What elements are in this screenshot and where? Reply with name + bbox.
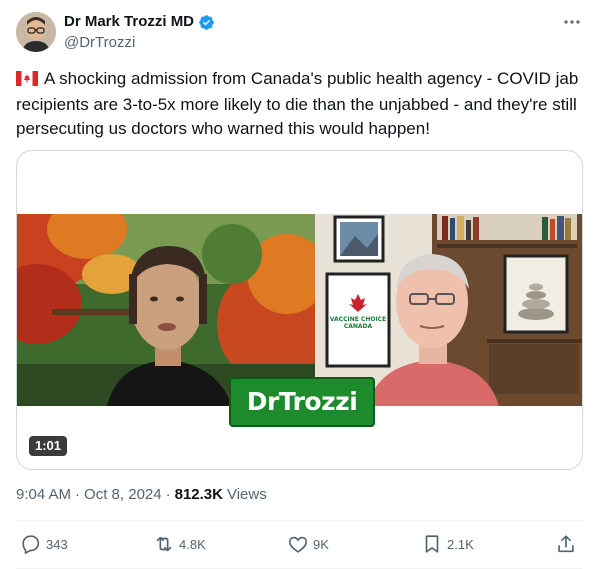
share-icon (558, 535, 574, 553)
video-card[interactable]: VACCINE CHOICE CANADA DrTrozzi 1:01 (16, 150, 583, 470)
tweet-meta: 9:04 AM · Oct 8, 2024 · 812.3K Views (16, 486, 267, 503)
heart-icon (288, 536, 308, 553)
canada-flag-icon (16, 69, 38, 93)
reply-icon (22, 535, 40, 554)
reply-count: 343 (46, 536, 68, 552)
tweet-text: A shocking admission from Canada's publi… (16, 67, 582, 141)
bookmark-button[interactable]: 2.1K (421, 533, 474, 555)
video-duration-badge: 1:01 (29, 436, 68, 456)
repost-count: 4.8K (179, 536, 206, 552)
avatar-portrait (16, 12, 56, 52)
like-count: 9K (313, 536, 329, 552)
more-options-button[interactable] (560, 12, 584, 32)
bookmark-count: 2.1K (447, 536, 474, 552)
tweet-date[interactable]: Oct 8, 2024 (84, 486, 162, 503)
repost-icon (156, 536, 172, 552)
tweet-time[interactable]: 9:04 AM (16, 486, 71, 503)
tweet-card: Dr Mark Trozzi MD @DrTrozzi A shocking a… (0, 0, 598, 569)
repost-button[interactable]: 4.8K (153, 533, 206, 555)
poster-text: VACCINE CHOICE CANADA (329, 316, 387, 330)
share-button[interactable] (555, 533, 577, 555)
more-dots-icon (564, 20, 580, 24)
meta-separator: · (165, 486, 171, 503)
author-name-row: Dr Mark Trozzi MD (64, 13, 215, 31)
author-avatar[interactable] (16, 12, 56, 52)
channel-watermark: DrTrozzi (229, 377, 375, 427)
verified-badge-icon (198, 14, 215, 31)
tweet-body: A shocking admission from Canada's publi… (16, 69, 579, 138)
meta-separator: · (75, 486, 81, 503)
author-handle[interactable]: @DrTrozzi (64, 34, 135, 52)
bookmark-icon (425, 535, 439, 553)
author-display-name[interactable]: Dr Mark Trozzi MD (64, 13, 194, 31)
views-count[interactable]: 812.3K (175, 486, 223, 503)
action-bar: 343 4.8K 9K 2.1K (0, 521, 598, 569)
views-label: Views (226, 486, 267, 503)
like-button[interactable]: 9K (287, 533, 329, 555)
reply-button[interactable]: 343 (20, 533, 68, 555)
